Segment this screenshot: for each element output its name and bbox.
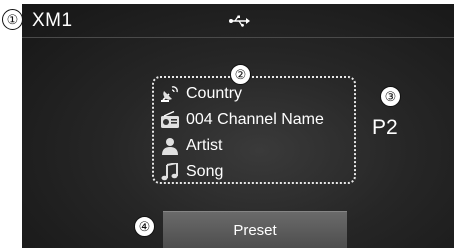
usb-icon	[229, 15, 250, 27]
artist-text: Artist	[186, 137, 223, 154]
callout-4: ④	[134, 216, 155, 237]
song-text: Song	[186, 163, 224, 180]
category-text: Country	[186, 85, 243, 102]
channel-name-text: 004 Channel Name	[186, 111, 324, 128]
song-row: Song	[160, 160, 223, 184]
music-note-icon	[161, 163, 178, 181]
source-title: XM1	[32, 10, 73, 31]
person-icon	[162, 138, 178, 155]
divider	[22, 37, 454, 38]
status-bar: XM1	[22, 4, 454, 38]
callout-2: ②	[230, 64, 251, 85]
radio-screen: XM1 Country 004 Channel Name Artist Song…	[22, 4, 454, 248]
channel-row: 004 Channel Name	[160, 108, 324, 132]
callout-1: ①	[2, 9, 23, 30]
satellite-icon	[161, 86, 178, 102]
category-row: Country	[160, 82, 242, 106]
radio-icon	[161, 111, 179, 128]
preset-number: P2	[372, 116, 398, 139]
channel-info-panel: Country 004 Channel Name Artist Song	[152, 76, 356, 184]
artist-row: Artist	[160, 134, 222, 158]
callout-3: ③	[380, 86, 401, 107]
preset-button[interactable]: Preset	[163, 211, 347, 248]
